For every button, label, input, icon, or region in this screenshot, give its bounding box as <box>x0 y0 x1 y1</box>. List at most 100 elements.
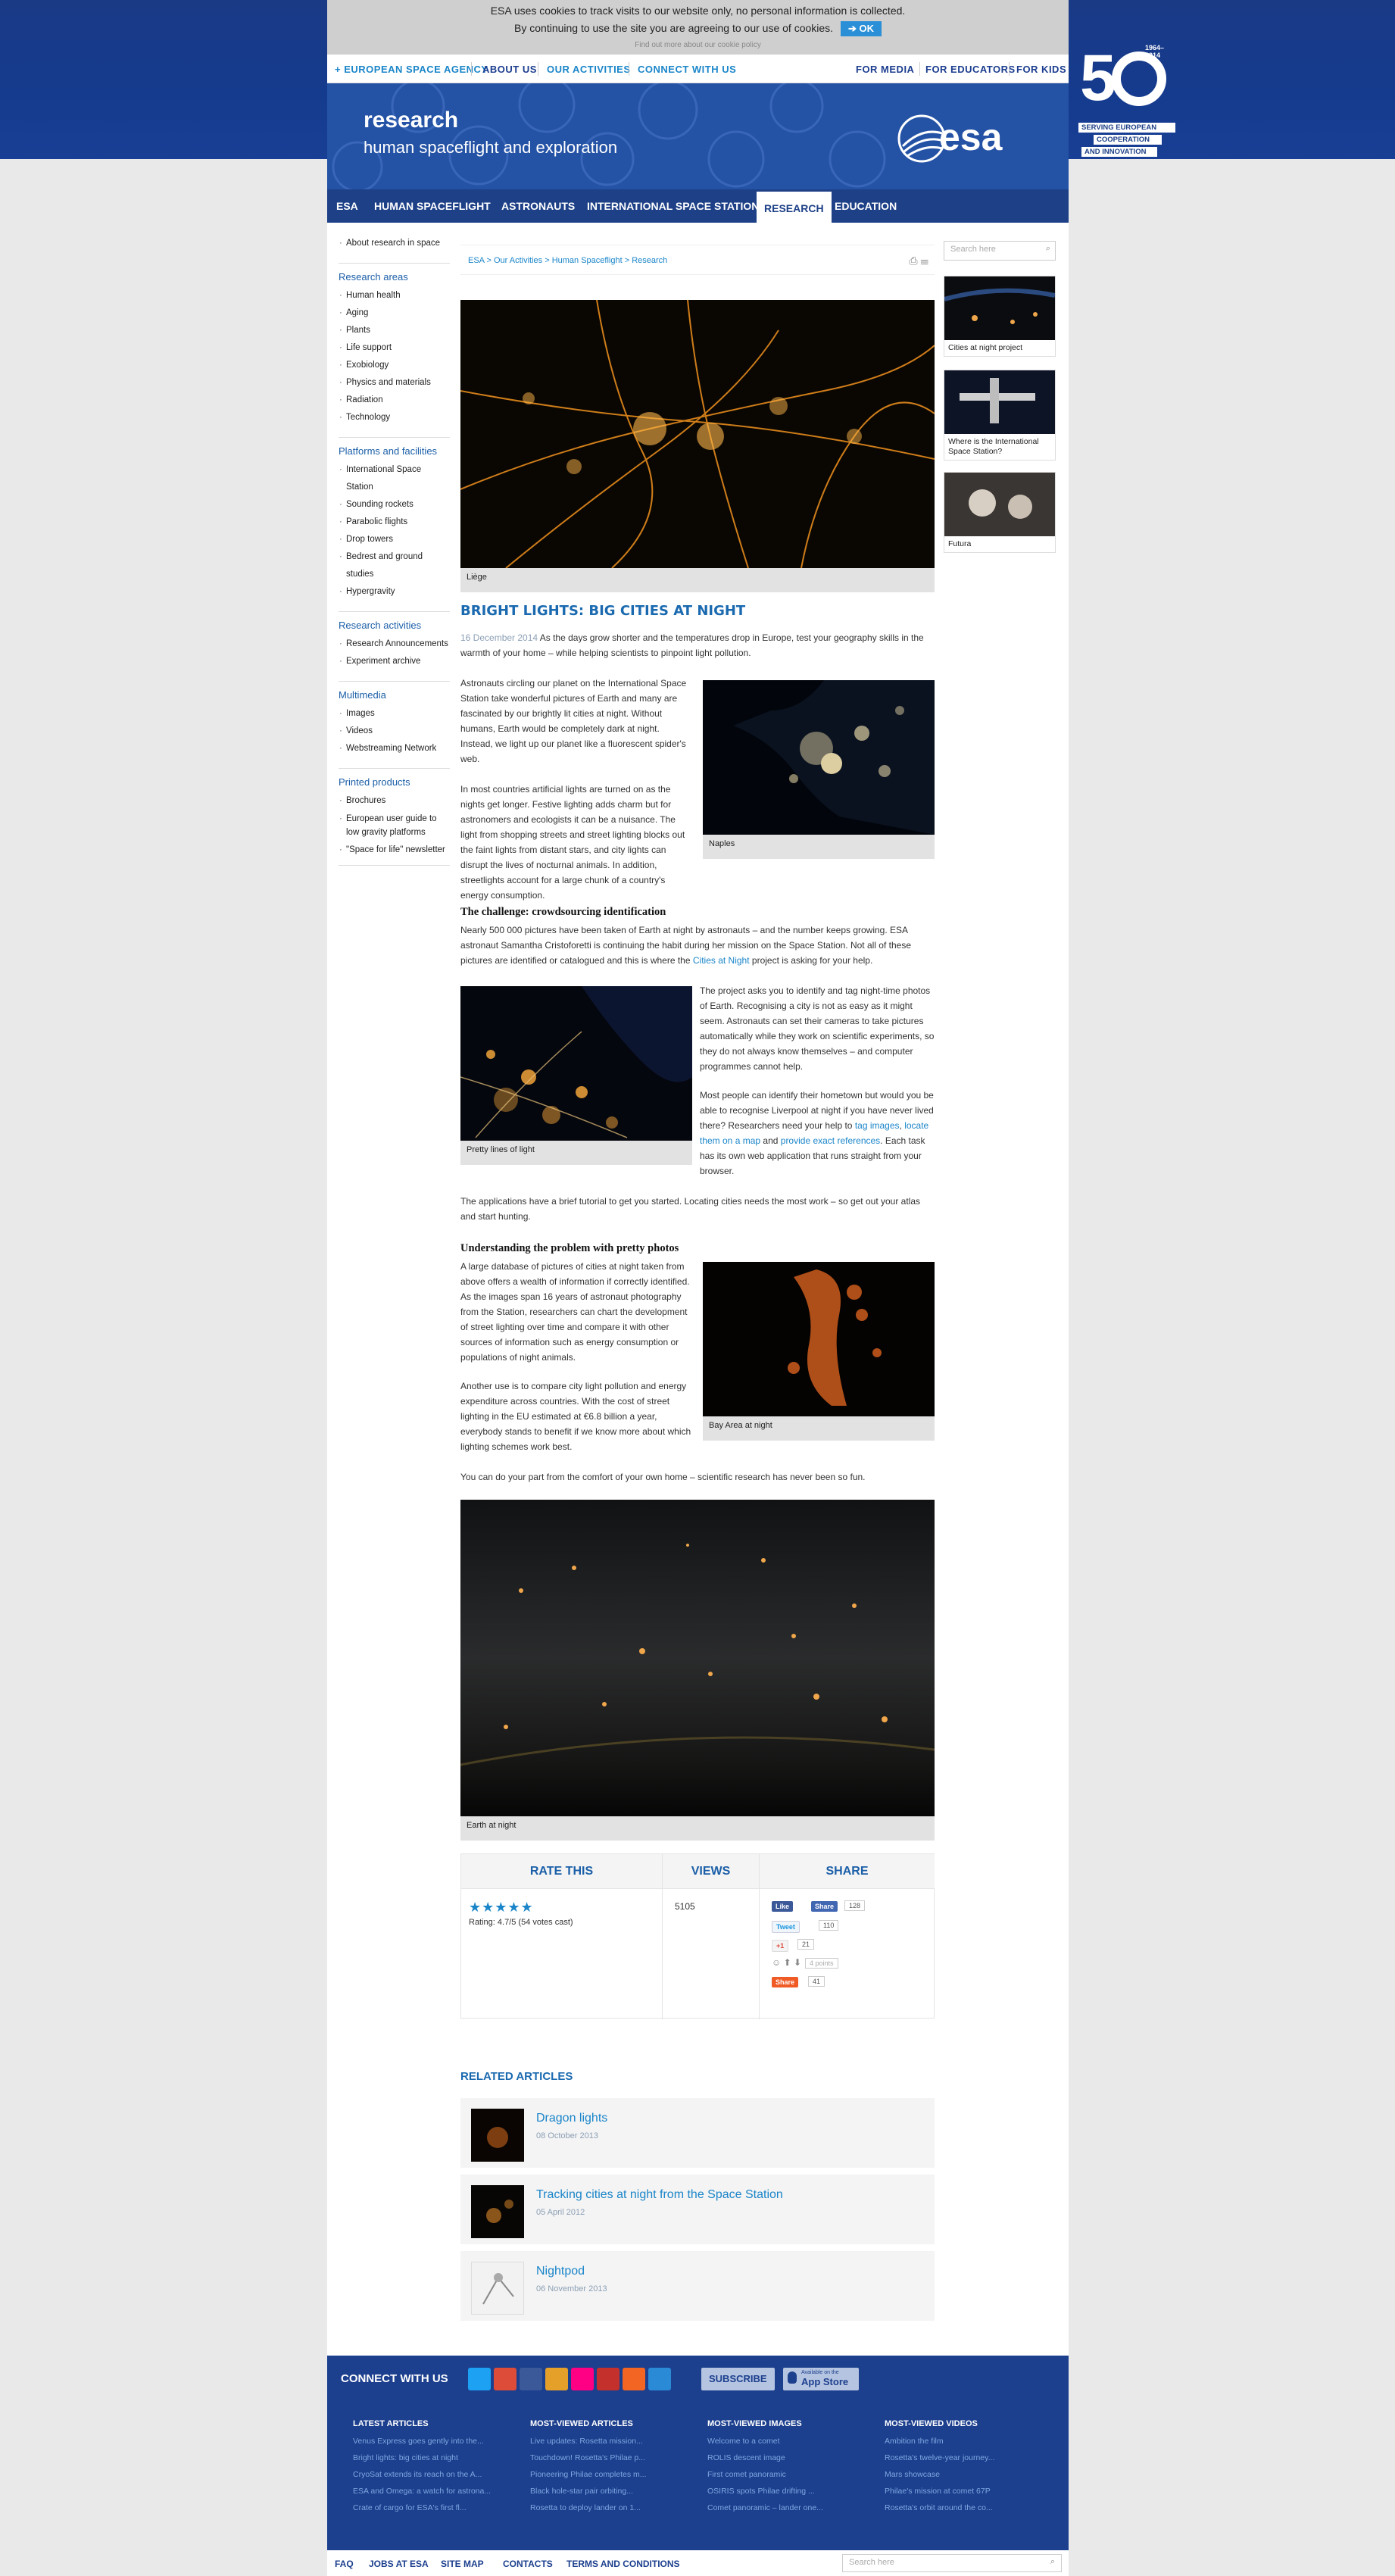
podcast-icon[interactable] <box>623 2368 645 2390</box>
pretty-lines-image[interactable] <box>460 986 692 1141</box>
breadcrumb-esa[interactable]: ESA <box>468 256 484 265</box>
leftnav-item[interactable]: Technology <box>339 409 450 426</box>
search-input[interactable]: Search here ⌕ <box>944 241 1056 261</box>
reddit-icon[interactable]: ☺ ⬆ ⬇ <box>772 1957 801 1968</box>
googleplus-button[interactable]: +1 <box>772 1940 789 1952</box>
sidebar-thumb[interactable]: Cities at night project <box>944 276 1056 357</box>
leftnav-item[interactable]: Bedrest and ground studies <box>339 548 450 583</box>
related-item[interactable]: Dragon lights 08 October 2013 <box>460 2098 935 2168</box>
list-icon[interactable]: ☰ <box>921 254 929 267</box>
footer-link[interactable]: Black hole-star pair orbiting... <box>530 2483 697 2500</box>
footer-link[interactable]: First comet panoramic <box>707 2466 874 2483</box>
leftnav-item[interactable]: Drop towers <box>339 531 450 548</box>
leftnav-item[interactable]: Hypergravity <box>339 583 450 601</box>
leftnav-item[interactable]: Brochures <box>339 792 450 810</box>
leftnav-item[interactable]: Physics and materials <box>339 374 450 392</box>
cookie-ok-button[interactable]: ➔ OK <box>840 21 882 36</box>
nav-esa[interactable]: ESA <box>329 189 366 223</box>
naples-image[interactable] <box>703 680 935 835</box>
youtube-icon[interactable] <box>597 2368 619 2390</box>
nav-iss[interactable]: INTERNATIONAL SPACE STATION <box>579 189 766 223</box>
footer-link[interactable]: Ambition the film <box>885 2433 1051 2450</box>
leftnav-item[interactable]: International Space Station <box>339 461 450 496</box>
leftnav-group-title[interactable]: Platforms and facilities <box>339 445 450 457</box>
footer-link[interactable]: Mars showcase <box>885 2466 1051 2483</box>
leftnav-item[interactable]: Parabolic flights <box>339 514 450 531</box>
footer-link[interactable]: Comet panoramic – lander one... <box>707 2500 874 2516</box>
leftnav-item[interactable]: Plants <box>339 322 450 339</box>
app-icon[interactable] <box>648 2368 671 2390</box>
related-thumbnail[interactable] <box>471 2262 524 2315</box>
breadcrumb-activities[interactable]: Our Activities <box>494 256 542 265</box>
topnav-activities[interactable]: Our activities <box>547 64 631 75</box>
bottom-search-input[interactable]: Search here ⌕ <box>842 2554 1062 2572</box>
nav-astronauts[interactable]: ASTRONAUTS <box>494 189 582 223</box>
leftnav-item[interactable]: Aging <box>339 304 450 322</box>
leftnav-item[interactable]: Experiment archive <box>339 653 450 670</box>
bottom-faq[interactable]: FAQ <box>335 2559 354 2569</box>
footer-link[interactable]: Rosetta's orbit around the co... <box>885 2500 1051 2516</box>
related-item[interactable]: Nightpod 06 November 2013 <box>460 2251 935 2321</box>
leftnav-item[interactable]: Images <box>339 705 450 723</box>
footer-link[interactable]: ESA and Omega: a watch for astrona... <box>353 2483 520 2500</box>
footer-link[interactable]: Rosetta's twelve-year journey... <box>885 2450 1051 2466</box>
footer-link[interactable]: Live updates: Rosetta mission... <box>530 2433 697 2450</box>
facebook-icon[interactable] <box>520 2368 542 2390</box>
topnav-connect[interactable]: Connect with us <box>638 64 736 75</box>
appstore-badge[interactable]: Available on the App Store <box>783 2368 859 2390</box>
related-title[interactable]: Tracking cities at night from the Space … <box>536 2188 783 2202</box>
bottom-contacts[interactable]: CONTACTS <box>503 2559 553 2569</box>
leftnav-group-title[interactable]: Research activities <box>339 620 450 631</box>
related-thumbnail[interactable] <box>471 2185 524 2238</box>
footer-link[interactable]: Rosetta to deploy lander on 1... <box>530 2500 697 2516</box>
topnav-educators[interactable]: For educators <box>925 64 1016 75</box>
footer-link[interactable]: Venus Express goes gently into the... <box>353 2433 520 2450</box>
leftnav-item[interactable]: Exobiology <box>339 357 450 374</box>
sidebar-thumb[interactable]: Where is the International Space Station… <box>944 370 1056 461</box>
breadcrumb-research[interactable]: Research <box>632 256 667 265</box>
footer-link[interactable]: Crate of cargo for ESA's first fl... <box>353 2500 520 2516</box>
leftnav-item[interactable]: "Space for life" newsletter <box>339 841 450 859</box>
cities-at-night-link[interactable]: Cities at Night <box>693 955 750 966</box>
sidebar-thumb[interactable]: Futura <box>944 472 1056 553</box>
topnav-esa-agency[interactable]: + European Space Agency <box>335 64 488 75</box>
leftnav-item[interactable]: European user guide to low gravity platf… <box>339 810 450 841</box>
leftnav-item[interactable]: Sounding rockets <box>339 496 450 514</box>
googleplus-icon[interactable] <box>494 2368 516 2390</box>
twitter-icon[interactable] <box>468 2368 491 2390</box>
footer-link[interactable]: OSIRIS spots Philae drifting ... <box>707 2483 874 2500</box>
tag-images-link[interactable]: tag images <box>855 1120 900 1131</box>
breadcrumb-human-spaceflight[interactable]: Human Spaceflight <box>552 256 623 265</box>
topnav-media[interactable]: For media <box>856 64 914 75</box>
nav-research[interactable]: RESEARCH <box>757 189 832 223</box>
related-item[interactable]: Tracking cities at night from the Space … <box>460 2175 935 2244</box>
footer-link[interactable]: CryoSat extends its reach on the A... <box>353 2466 520 2483</box>
bottom-jobs[interactable]: JOBS AT ESA <box>369 2559 429 2569</box>
topnav-kids[interactable]: For kids <box>1016 64 1066 75</box>
leftnav-about-research[interactable]: About research in space <box>339 235 450 252</box>
nav-human-spaceflight[interactable]: HUMAN SPACEFLIGHT <box>367 189 498 223</box>
related-title[interactable]: Nightpod <box>536 2265 585 2278</box>
exact-references-link[interactable]: provide exact references <box>781 1135 880 1146</box>
share-button[interactable]: Share <box>772 1977 799 1987</box>
leftnav-group-title[interactable]: Multimedia <box>339 689 450 701</box>
related-title[interactable]: Dragon lights <box>536 2112 607 2125</box>
related-thumbnail[interactable] <box>471 2109 524 2162</box>
footer-link[interactable]: Welcome to a comet <box>707 2433 874 2450</box>
footer-link[interactable]: Touchdown! Rosetta's Philae p... <box>530 2450 697 2466</box>
topnav-about[interactable]: About us <box>482 64 537 75</box>
footer-link[interactable]: Bright lights: big cities at night <box>353 2450 520 2466</box>
leftnav-item[interactable]: Videos <box>339 723 450 740</box>
flickr-icon[interactable] <box>571 2368 594 2390</box>
facebook-like-button[interactable]: Like <box>772 1901 794 1912</box>
print-icon[interactable]: ⎙ <box>909 254 917 267</box>
leftnav-group-title[interactable]: Research areas <box>339 271 450 283</box>
bottom-sitemap[interactable]: SITE MAP <box>441 2559 484 2569</box>
cookie-policy-link[interactable]: Find out more about our cookie policy <box>327 41 1069 49</box>
footer-link[interactable]: ROLIS descent image <box>707 2450 874 2466</box>
leftnav-item[interactable]: Webstreaming Network <box>339 740 450 757</box>
earth-at-night-image[interactable] <box>460 1500 935 1816</box>
leftnav-item[interactable]: Life support <box>339 339 450 357</box>
leftnav-group-title[interactable]: Printed products <box>339 776 450 788</box>
anniversary-logo[interactable]: 5 1964–2014 SERVING EUROPEAN COOPERATION… <box>1077 39 1175 161</box>
